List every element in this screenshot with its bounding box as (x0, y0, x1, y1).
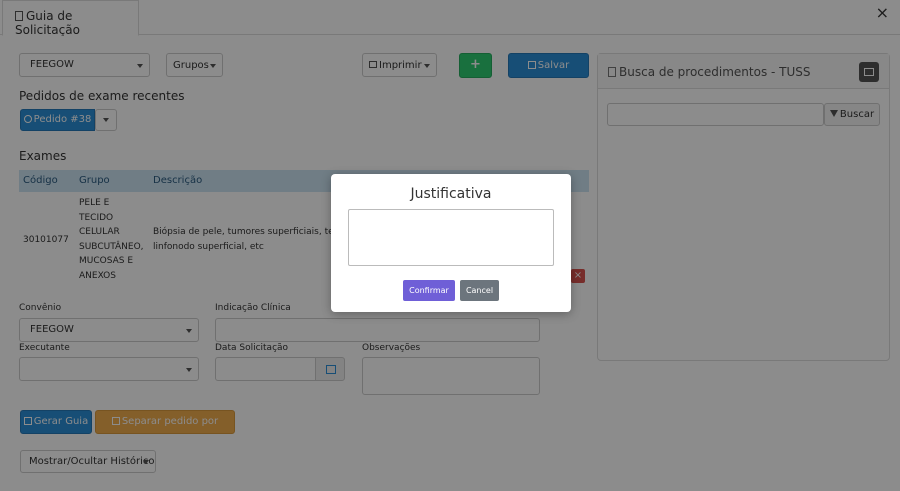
justificativa-modal: Justificativa Confirmar Cancel (331, 174, 571, 312)
cancel-button[interactable]: Cancel (460, 280, 499, 301)
modal-title: Justificativa (410, 186, 492, 202)
justificativa-textarea[interactable] (348, 209, 554, 266)
confirm-button[interactable]: Confirmar (403, 280, 455, 301)
